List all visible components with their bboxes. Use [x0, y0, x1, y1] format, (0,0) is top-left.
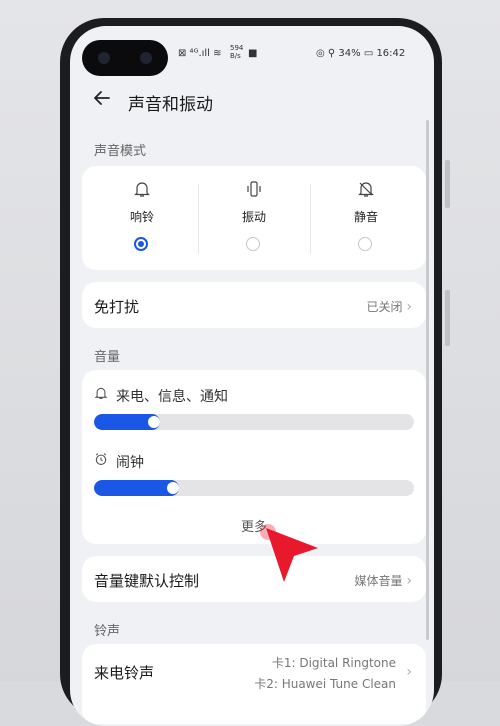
- status-net-speed: 594 B/s: [230, 44, 244, 60]
- power-side-button: [445, 290, 450, 346]
- dnd-value: 已关闭 ›: [366, 299, 412, 315]
- header: 声音和振动: [70, 84, 434, 120]
- vibrate-icon: [198, 180, 310, 203]
- bell-off-icon: [310, 180, 422, 203]
- chevron-right-icon: ›: [406, 664, 412, 680]
- ringtone-label: 来电铃声: [94, 664, 155, 682]
- more-button[interactable]: 更多: [82, 516, 426, 535]
- volume-key-row[interactable]: 音量键默认控制 媒体音量 ›: [82, 556, 426, 602]
- mode-vibrate[interactable]: 振动: [198, 166, 310, 266]
- volume-card: 来电、信息、通知 闹钟 更多: [82, 370, 426, 544]
- front-camera-icon: [98, 52, 110, 64]
- mode-silent-label: 静音: [353, 210, 378, 224]
- bell-icon: [86, 180, 198, 203]
- volume-key-value: 媒体音量 ›: [354, 573, 412, 589]
- volume-ring-label: 来电、信息、通知: [116, 389, 228, 405]
- phone-screen: ⊠ ⁴ᴳ.ıll ≋ 594 B/s ■ ◎ ⚲ 34% ▭ 16:42 声音和…: [70, 26, 434, 726]
- mode-vibrate-label: 振动: [241, 210, 266, 224]
- mode-ring-label: 响铃: [129, 210, 154, 224]
- volume-alarm-label: 闹钟: [116, 455, 144, 471]
- section-sound-mode: 声音模式: [94, 144, 147, 159]
- ringtone-sim1: 卡1: Digital Ringtone: [271, 656, 396, 670]
- volume-side-button: [445, 160, 450, 208]
- dnd-row[interactable]: 免打扰 已关闭 ›: [82, 282, 426, 328]
- section-volume: 音量: [94, 350, 121, 365]
- chevron-right-icon: ›: [406, 573, 412, 589]
- ringtone-sim2: 卡2: Huawei Tune Clean: [254, 677, 396, 691]
- mode-vibrate-radio[interactable]: [246, 237, 260, 251]
- camera-cutout: [82, 40, 168, 76]
- status-video-icon: ■: [248, 48, 258, 59]
- scrollbar[interactable]: [426, 120, 429, 640]
- chevron-right-icon: ›: [406, 299, 412, 315]
- status-right: ◎ ⚲ 34% ▭ 16:42: [316, 48, 406, 59]
- volume-ring-knob[interactable]: [148, 416, 160, 428]
- dnd-label: 免打扰: [94, 298, 140, 316]
- volume-alarm-knob[interactable]: [167, 482, 179, 494]
- front-camera-2-icon: [140, 52, 152, 64]
- arrow-left-icon[interactable]: [92, 88, 112, 114]
- ringtone-value: 卡1: Digital Ringtone 卡2: Huawei Tune Cle…: [254, 654, 396, 692]
- volume-alarm-slider[interactable]: [94, 480, 414, 496]
- sound-mode-card: 响铃 振动 静音: [82, 166, 426, 270]
- volume-key-label: 音量键默认控制: [94, 572, 200, 590]
- status-signal: ⊠ ⁴ᴳ.ıll ≋: [178, 48, 222, 59]
- mode-ring-radio[interactable]: [134, 237, 148, 251]
- mode-silent-radio[interactable]: [358, 237, 372, 251]
- mode-ring[interactable]: 响铃: [86, 166, 198, 266]
- page-title: 声音和振动: [128, 95, 213, 115]
- volume-ring-slider[interactable]: [94, 414, 414, 430]
- alarm-clock-icon: [94, 452, 108, 470]
- bell-icon: [94, 386, 108, 404]
- pointer-arrow-icon: [258, 520, 322, 594]
- mode-silent[interactable]: 静音: [310, 166, 422, 266]
- ringtone-row[interactable]: 来电铃声 卡1: Digital Ringtone 卡2: Huawei Tun…: [82, 644, 426, 724]
- section-ringtone: 铃声: [94, 624, 121, 639]
